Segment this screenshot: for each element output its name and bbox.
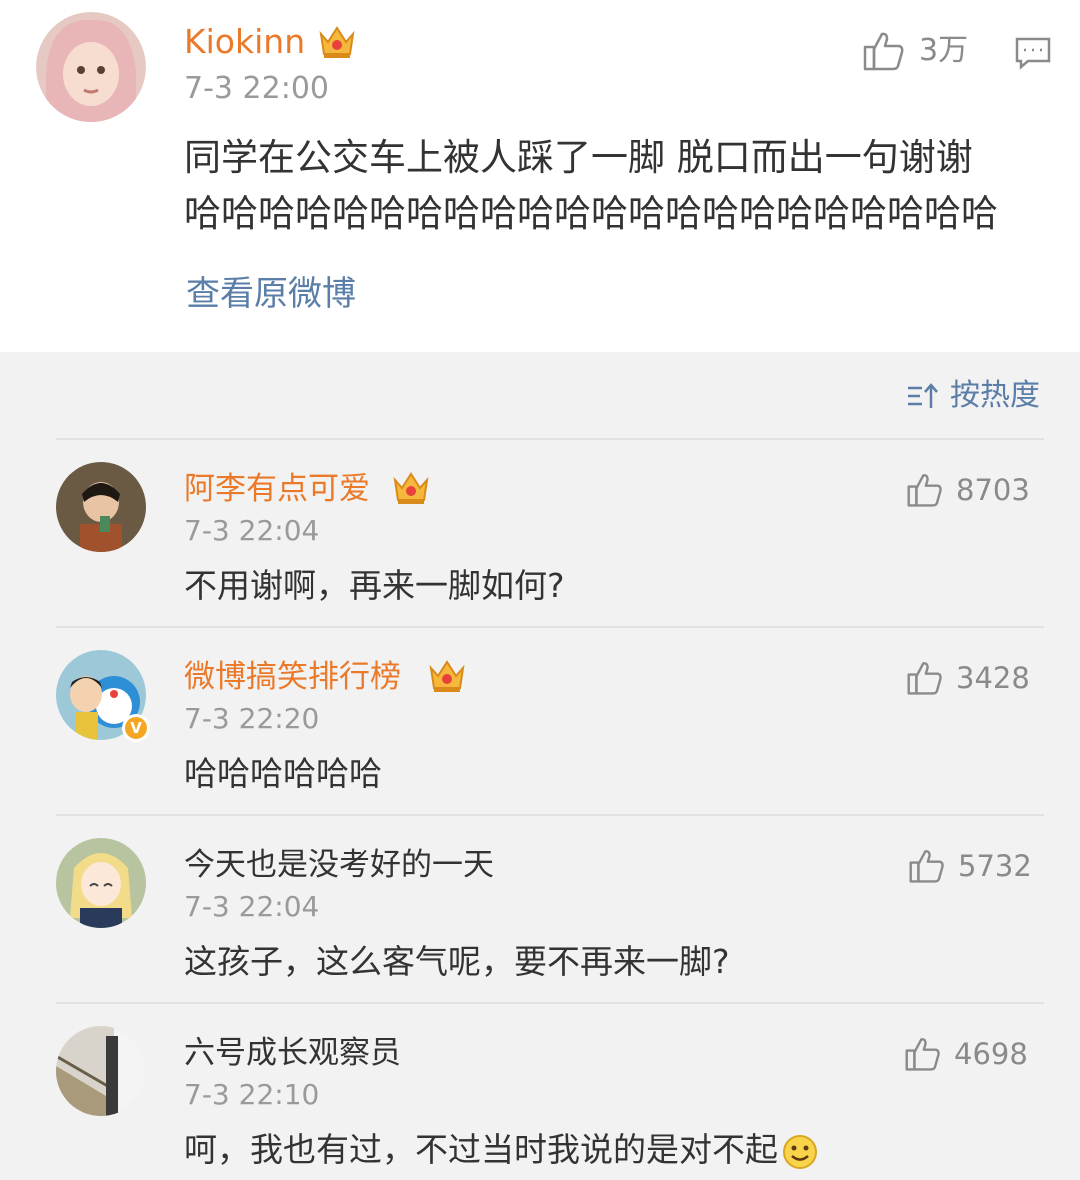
- thumbs-up-icon[interactable]: [906, 472, 944, 508]
- divider: [56, 814, 1044, 816]
- thumbs-up-icon[interactable]: [908, 848, 946, 884]
- comment-like-count: 4698: [954, 1037, 1028, 1071]
- comment-text: 哈哈哈哈哈哈: [184, 754, 382, 793]
- avatar[interactable]: [36, 12, 146, 122]
- avatar[interactable]: [56, 1026, 146, 1116]
- original-post: Kiokinn 7-3 22:00 3万 同学在公交车上被人踩了一脚 脱口而出一…: [0, 0, 1080, 352]
- avatar[interactable]: [56, 462, 146, 552]
- comment-username[interactable]: 微博搞笑排行榜: [184, 658, 401, 696]
- comment-like-count: 8703: [956, 473, 1030, 507]
- post-like-count: 3万: [919, 33, 969, 68]
- post-body-line: 同学在公交车上被人踩了一脚 脱口而出一句谢谢: [184, 136, 973, 179]
- divider: [56, 438, 1044, 440]
- comment-time: 7-3 22:20: [184, 702, 320, 735]
- comment-time: 7-3 22:04: [184, 890, 320, 923]
- divider: [56, 1002, 1044, 1004]
- vip-crown-icon: [318, 24, 356, 60]
- view-original-link[interactable]: 查看原微博: [186, 272, 356, 316]
- comment-text: 这孩子，这么客气呢，要不再来一脚?: [184, 942, 730, 981]
- smiley-emoji-icon: [782, 1134, 818, 1170]
- sort-icon: [906, 380, 940, 412]
- vip-crown-icon: [392, 470, 430, 506]
- thumbs-up-icon[interactable]: [906, 660, 944, 696]
- comment-username[interactable]: 六号成长观察员: [184, 1034, 401, 1072]
- comment-username[interactable]: 今天也是没考好的一天: [184, 846, 494, 884]
- comment-time: 7-3 22:04: [184, 514, 320, 547]
- sort-label: 按热度: [950, 378, 1040, 413]
- comment-text-row: 呵，我也有过，不过当时我说的是对不起: [184, 1128, 818, 1172]
- thumbs-up-icon[interactable]: [862, 30, 906, 72]
- comment-like-count: 3428: [956, 661, 1030, 695]
- comment-username[interactable]: 阿李有点可爱: [184, 470, 370, 508]
- avatar[interactable]: [56, 838, 146, 928]
- post-username[interactable]: Kiokinn: [184, 22, 305, 62]
- post-body: 同学在公交车上被人踩了一脚 脱口而出一句谢谢 哈哈哈哈哈哈哈哈哈哈哈哈哈哈哈哈哈…: [184, 130, 1044, 242]
- comment-text: 呵，我也有过，不过当时我说的是对不起: [184, 1130, 778, 1169]
- divider: [56, 626, 1044, 628]
- sort-toggle[interactable]: 按热度: [906, 376, 1040, 416]
- comment-icon[interactable]: [1014, 36, 1052, 70]
- verified-badge-icon: V: [122, 714, 150, 742]
- comment-text: 不用谢啊，再来一脚如何?: [184, 566, 565, 605]
- comment-like-count: 5732: [958, 849, 1032, 883]
- vip-crown-icon: [428, 658, 466, 694]
- post-time: 7-3 22:00: [184, 71, 329, 106]
- post-body-line: 哈哈哈哈哈哈哈哈哈哈哈哈哈哈哈哈哈哈哈哈哈哈: [184, 192, 998, 235]
- thumbs-up-icon[interactable]: [904, 1036, 942, 1072]
- comment-time: 7-3 22:10: [184, 1078, 320, 1111]
